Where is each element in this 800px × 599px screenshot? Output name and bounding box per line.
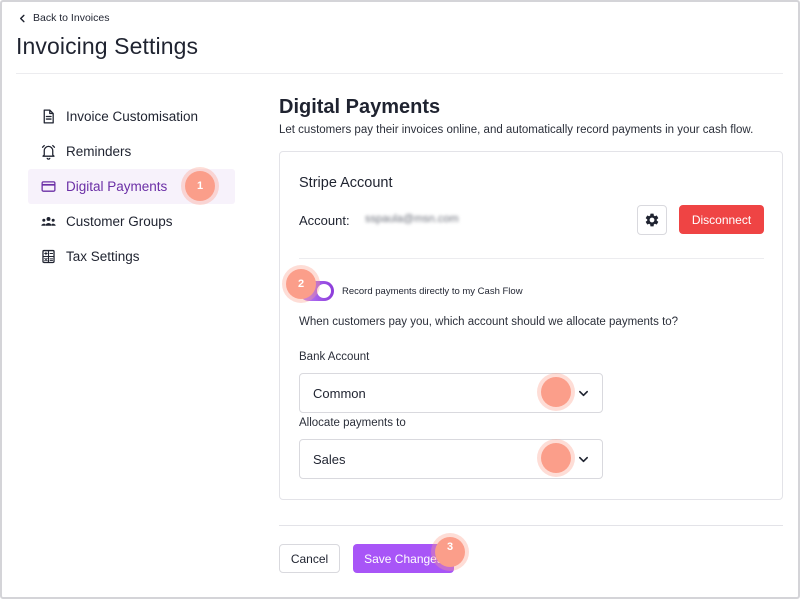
cancel-button[interactable]: Cancel [279,544,340,573]
credit-card-icon [41,181,56,192]
record-cashflow-label: Record payments directly to my Cash Flow [342,286,523,297]
bell-icon [41,144,56,160]
card-divider [299,258,764,259]
document-icon [43,109,54,124]
account-email: sspaula@msn.com [365,213,459,225]
sidebar-item-label: Digital Payments [66,179,168,194]
chevron-left-icon [19,14,25,22]
bank-account-value: Common [313,385,366,401]
hotspot-marker [541,377,571,407]
stripe-account-card: Stripe Account Account: sspaula@msn.com … [279,151,783,500]
bank-account-label: Bank Account [299,351,370,363]
step-marker-1: 1 [185,171,215,201]
back-link-label: Back to Invoices [33,12,110,24]
hotspot-marker [541,443,571,473]
toggle-knob [317,284,331,298]
sidebar-item-tax-settings[interactable]: Tax Settings [28,239,235,274]
sidebar-item-label: Reminders [66,144,132,159]
sidebar-item-reminders[interactable]: Reminders [28,134,235,169]
back-to-invoices-link[interactable]: Back to Invoices [18,12,109,24]
page-title: Invoicing Settings [16,33,199,59]
section-description: Let customers pay their invoices online,… [279,124,754,136]
gear-icon [645,213,659,227]
allocate-payments-value: Sales [313,451,346,467]
sidebar-item-label: Invoice Customisation [66,109,199,124]
account-label: Account: [299,213,350,228]
allocate-payments-label: Allocate payments to [299,417,406,429]
step-marker-3: 3 [435,537,465,567]
sidebar-item-customer-groups[interactable]: Customer Groups [28,204,235,239]
stripe-settings-button[interactable] [637,205,667,235]
stripe-account-title: Stripe Account [299,175,393,191]
footer-divider [279,525,783,526]
header-divider [16,73,783,74]
calculator-icon [42,249,55,264]
sidebar-item-label: Customer Groups [66,214,173,229]
sidebar-item-label: Tax Settings [66,249,140,264]
sidebar-item-invoice-customisation[interactable]: Invoice Customisation [28,99,235,134]
chevron-down-icon [579,456,588,463]
section-title: Digital Payments [279,96,441,118]
step-marker-2: 2 [286,269,316,299]
disconnect-button[interactable]: Disconnect [679,205,764,234]
chevron-down-icon [579,390,588,397]
allocation-question: When customers pay you, which account sh… [299,316,679,328]
users-icon [41,216,56,226]
